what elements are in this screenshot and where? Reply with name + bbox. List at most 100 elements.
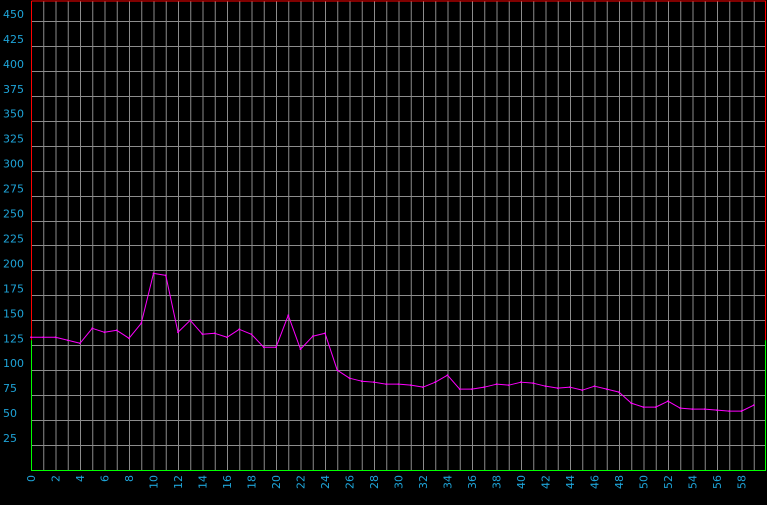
data-point [618,391,620,394]
x-tick-label: 50 [638,475,651,489]
data-point [152,272,155,275]
data-point [703,408,706,411]
x-tick-label: 20 [270,475,283,489]
x-tick-label: 46 [589,475,602,489]
data-point [91,327,94,330]
x-tick-label: 12 [172,475,185,489]
data-point [556,387,559,390]
x-tick-label: 30 [393,475,406,489]
data-point [520,381,522,384]
data-point [385,383,388,386]
data-point [324,332,326,335]
data-point [716,409,718,412]
data-point [115,329,118,332]
data-point [458,388,461,391]
data-point [507,384,510,387]
data-point [409,384,412,387]
x-tick-label: 42 [540,475,553,489]
x-tick-label: 58 [736,475,749,489]
x-tick-label: 32 [417,475,430,489]
data-point [605,388,608,391]
data-point [213,332,216,335]
data-point [483,386,486,389]
y-tick-label: 100 [3,357,24,370]
y-tick-label: 50 [3,407,17,420]
data-point [471,388,473,391]
y-tick-label: 225 [3,232,24,245]
y-tick-label: 300 [3,158,24,171]
data-point [630,402,633,405]
x-tick-label: 22 [295,475,308,489]
data-point [42,336,45,339]
x-tick-label: 40 [515,475,528,489]
y-tick-label: 75 [3,382,17,395]
data-point [654,406,657,409]
x-tick-label: 26 [344,475,357,489]
y-tick-label: 450 [3,8,24,21]
data-point [544,385,547,388]
data-point [691,408,694,411]
x-tick-label: 52 [662,475,675,489]
x-tick-label: 24 [319,475,332,489]
line-chart: 2550751001251501752002252502753003253503… [0,0,767,505]
x-tick-label: 6 [99,475,112,482]
data-point [532,382,535,385]
data-point [164,274,167,277]
data-point [103,331,106,334]
data-point [311,335,314,338]
x-tick-label: 4 [74,475,87,482]
data-point [54,336,57,339]
x-tick-label: 54 [687,475,700,489]
data-point [336,369,339,372]
y-tick-label: 375 [3,83,24,96]
x-tick-label: 8 [123,475,136,482]
data-point [397,383,400,386]
data-point [642,406,645,409]
y-tick-label: 400 [3,58,24,71]
data-point [728,410,731,413]
x-tick-label: 18 [246,475,259,489]
x-tick-label: 34 [442,475,455,489]
data-point [262,346,265,349]
data-point [752,404,755,407]
data-point [667,400,669,403]
data-point [740,410,743,413]
x-tick-label: 2 [50,475,63,482]
data-point [348,377,351,380]
data-point [495,383,498,386]
x-tick-label: 10 [148,475,161,489]
data-point [275,346,277,349]
y-tick-label: 350 [3,108,24,121]
y-tick-label: 175 [3,282,24,295]
data-point [250,333,253,336]
y-tick-label: 125 [3,332,24,345]
x-tick-label: 48 [613,475,626,489]
data-point [128,337,130,340]
data-point [581,389,584,392]
data-point [30,336,32,339]
data-point [238,328,241,331]
x-tick-label: 36 [466,475,479,489]
y-tick-label: 325 [3,133,24,146]
data-point [66,339,69,342]
x-tick-label: 14 [197,475,210,489]
y-tick-label: 425 [3,33,24,46]
x-tick-label: 56 [711,475,724,489]
y-tick-label: 250 [3,208,24,221]
data-point [287,314,290,317]
data-point [422,386,424,389]
data-point [593,385,596,388]
data-point [299,348,302,351]
data-point [140,322,143,325]
data-point [360,380,363,383]
y-tick-label: 150 [3,307,24,320]
data-point [569,386,571,389]
data-point [679,407,682,410]
grid [31,1,766,470]
y-tick-label: 25 [3,432,17,445]
x-tick-label: 0 [25,475,38,482]
data-point [177,331,179,334]
data-point [226,336,228,339]
data-point [434,381,437,384]
data-point [373,381,375,384]
